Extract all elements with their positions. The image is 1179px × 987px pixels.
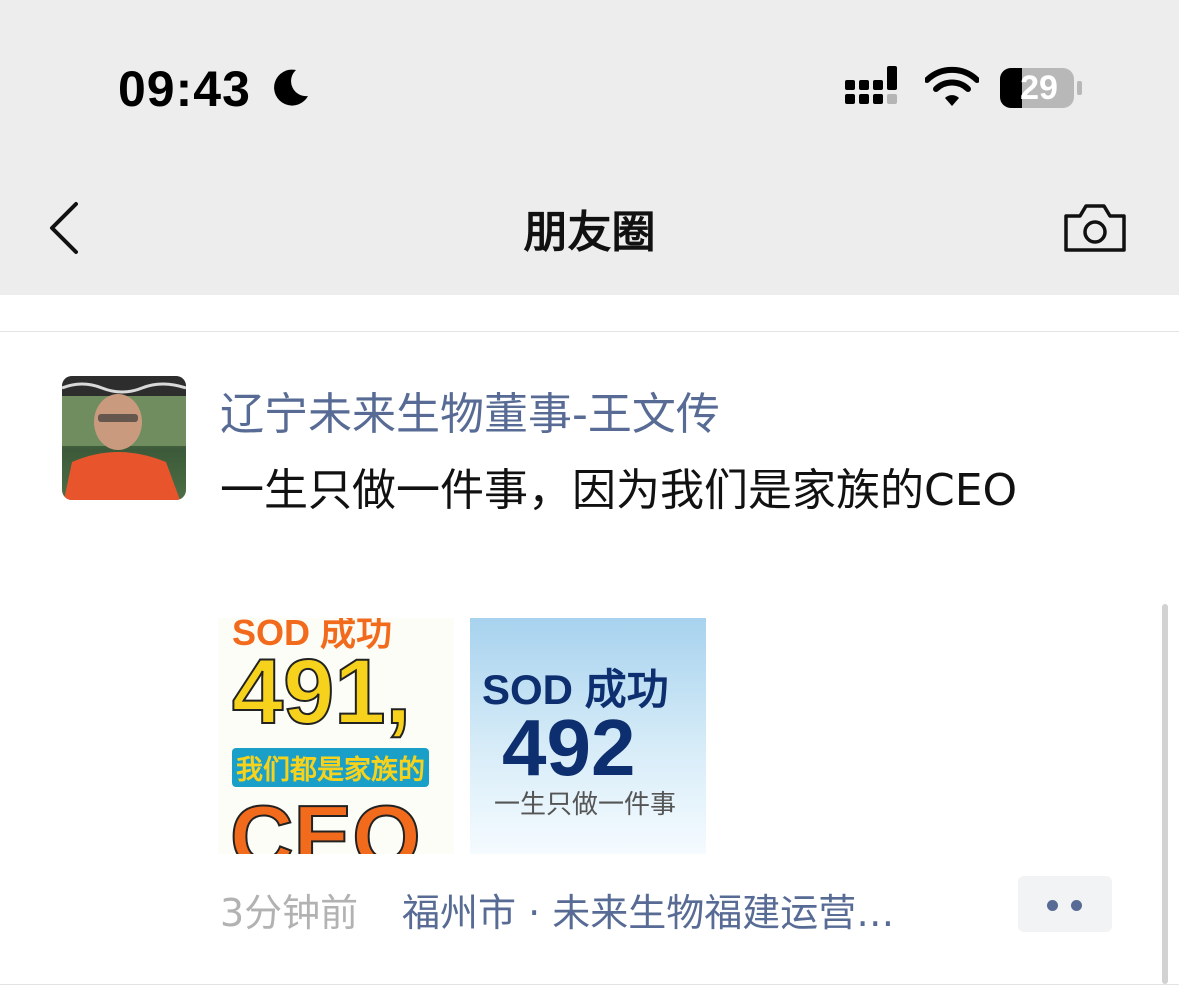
image1-number: 491,	[231, 640, 412, 744]
post-image-1[interactable]: SOD 成功 491, 我们都是家族的 CEO	[218, 618, 454, 854]
image1-subtitle: 我们都是家族的	[232, 748, 429, 787]
moon-icon	[274, 69, 308, 106]
post-text: 一生只做一件事，因为我们是家族的CEO	[220, 465, 1018, 516]
post-location[interactable]: 福州市 · 未来生物福建运营…	[402, 882, 894, 937]
moments-screen: 09:43 29 朋友圈 辽宁未来生物董事-王文传 一生只做一件事，因为我们是家…	[0, 0, 1179, 987]
post-divider	[0, 984, 1179, 985]
post-image-2[interactable]: SOD 成功 492 一生只做一件事	[470, 618, 706, 854]
avatar-photo	[62, 376, 186, 500]
image1-bottom-text: CEO	[229, 786, 422, 854]
scrollbar[interactable]	[1162, 604, 1168, 984]
wifi-icon	[925, 66, 979, 106]
top-bar: 09:43 29 朋友圈	[0, 0, 1179, 295]
divider	[0, 331, 1179, 332]
post-timestamp: 3分钟前	[220, 891, 359, 935]
image2-subtitle: 一生只做一件事	[494, 789, 677, 819]
page-title: 朋友圈	[523, 207, 656, 258]
more-dot-icon	[1071, 900, 1082, 911]
post-author[interactable]: 辽宁未来生物董事-王文传	[220, 378, 720, 442]
camera-icon[interactable]	[1062, 202, 1128, 254]
more-dot-icon	[1047, 900, 1058, 911]
battery-level: 29	[1020, 69, 1058, 107]
more-actions-button[interactable]	[1018, 876, 1112, 932]
image2-number: 492	[502, 703, 636, 792]
signal-icon	[845, 66, 897, 104]
avatar[interactable]	[62, 376, 186, 500]
status-time: 09:43	[118, 61, 251, 117]
